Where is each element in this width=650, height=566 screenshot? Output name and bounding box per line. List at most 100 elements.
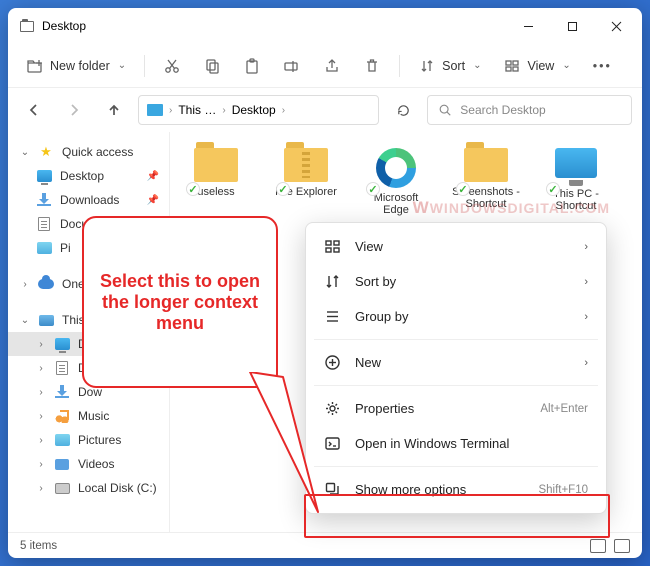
cut-icon [163, 57, 181, 75]
pictures-icon [55, 434, 70, 446]
context-item-sort-by[interactable]: Sort by› [312, 264, 600, 299]
copy-button[interactable] [195, 53, 229, 79]
trash-icon [363, 57, 381, 75]
video-icon [55, 459, 69, 470]
sidebar-item-pictures-pc[interactable]: ›Pictures [8, 428, 169, 452]
pin-icon: 📌 [147, 195, 159, 206]
pin-icon: 📌 [147, 171, 159, 182]
folder-icon [284, 148, 328, 182]
separator [314, 385, 598, 386]
view-label: View [527, 59, 554, 73]
address-bar[interactable]: › This … › Desktop › [138, 95, 379, 125]
chevron-down-icon: ⌄ [118, 60, 126, 71]
details-view-button[interactable] [590, 539, 606, 553]
chevron-down-icon: ⌄ [20, 147, 30, 158]
document-icon [56, 361, 68, 375]
sidebar-item-videos[interactable]: ›Videos [8, 452, 169, 476]
chevron-right-icon: › [20, 279, 30, 290]
sort-button[interactable]: Sort ⌄ [410, 53, 489, 79]
chevron-right-icon: › [36, 411, 46, 422]
back-button[interactable] [18, 94, 50, 126]
item-count: 5 items [20, 540, 57, 552]
download-icon [55, 386, 69, 398]
download-icon [37, 194, 51, 206]
chevron-right-icon: › [584, 311, 588, 323]
share-button[interactable] [315, 53, 349, 79]
delete-button[interactable] [355, 53, 389, 79]
minimize-button[interactable] [506, 10, 550, 42]
chevron-right-icon: › [282, 105, 285, 116]
more-button[interactable]: ••• [585, 55, 620, 77]
view-icon [324, 238, 341, 255]
search-input[interactable]: Search Desktop [427, 95, 632, 125]
chevron-right-icon: › [36, 435, 46, 446]
search-placeholder: Search Desktop [460, 103, 545, 117]
sync-icon: ✓ [186, 182, 200, 196]
context-item-properties[interactable]: PropertiesAlt+Enter [312, 391, 600, 426]
sidebar-item-quick-access[interactable]: ⌄★Quick access [8, 140, 169, 164]
close-button[interactable] [594, 10, 638, 42]
edge-icon [376, 148, 416, 188]
folder-icon [464, 148, 508, 182]
watermark: WWINDOWSDIGITAL.COM [413, 198, 610, 218]
sync-icon: ✓ [276, 182, 290, 196]
annotation-callout: Select this to open the longer context m… [82, 216, 278, 388]
forward-button[interactable] [58, 94, 90, 126]
rename-icon [283, 57, 301, 75]
breadcrumb[interactable]: This … [178, 103, 216, 117]
shortcut-hint: Alt+Enter [540, 403, 588, 415]
sort-icon [324, 273, 341, 290]
sidebar-item-desktop[interactable]: Desktop📌 [8, 164, 169, 188]
separator [314, 466, 598, 467]
sort-icon [418, 57, 436, 75]
context-item-show-more[interactable]: Show more optionsShift+F10 [312, 472, 600, 507]
plus-icon [324, 354, 341, 371]
folder-icon [194, 148, 238, 182]
chevron-down-icon: ⌄ [562, 60, 570, 71]
monitor-icon [147, 104, 163, 116]
shortcut-hint: Shift+F10 [538, 484, 588, 496]
context-item-group-by[interactable]: Group by› [312, 299, 600, 334]
chevron-right-icon: › [36, 339, 46, 350]
sidebar-item-local-disk[interactable]: ›Local Disk (C:) [8, 476, 169, 500]
sort-label: Sort [442, 59, 465, 73]
file-item-file-explorer[interactable]: ✓File Explorer [270, 148, 342, 216]
pc-icon [39, 315, 54, 326]
sidebar-item-downloads[interactable]: Downloads📌 [8, 188, 169, 212]
context-item-new[interactable]: New› [312, 345, 600, 380]
chevron-right-icon: › [36, 387, 46, 398]
view-button[interactable]: View ⌄ [495, 53, 578, 79]
music-icon [55, 409, 69, 423]
new-folder-label: New folder [50, 59, 110, 73]
maximize-button[interactable] [550, 10, 594, 42]
file-item-useless[interactable]: ✓useless [180, 148, 252, 216]
monitor-icon [55, 338, 70, 350]
context-item-terminal[interactable]: Open in Windows Terminal [312, 426, 600, 461]
monitor-icon [37, 170, 52, 182]
more-icon: ••• [593, 59, 612, 73]
navigation-bar: › This … › Desktop › Search Desktop [8, 88, 642, 132]
sync-icon: ✓ [546, 182, 560, 196]
cut-button[interactable] [155, 53, 189, 79]
cloud-icon [38, 279, 54, 289]
share-icon [323, 57, 341, 75]
chevron-right-icon: › [584, 276, 588, 288]
new-folder-button[interactable]: New folder ⌄ [18, 53, 134, 79]
sidebar-item-music[interactable]: ›Music [8, 404, 169, 428]
document-icon [38, 217, 50, 231]
toolbar: New folder ⌄ Sort ⌄ View ⌄ ••• [8, 44, 642, 88]
titlebar: Desktop [8, 8, 642, 44]
breadcrumb[interactable]: Desktop [232, 103, 276, 117]
context-item-view[interactable]: View› [312, 229, 600, 264]
rename-button[interactable] [275, 53, 309, 79]
sync-icon: ✓ [456, 182, 470, 196]
statusbar: 5 items [8, 532, 642, 558]
group-icon [324, 308, 341, 325]
large-icons-view-button[interactable] [614, 539, 630, 553]
up-button[interactable] [98, 94, 130, 126]
disk-icon [55, 483, 70, 494]
chevron-right-icon: › [36, 363, 46, 374]
paste-button[interactable] [235, 53, 269, 79]
chevron-right-icon: › [36, 459, 46, 470]
refresh-button[interactable] [387, 94, 419, 126]
